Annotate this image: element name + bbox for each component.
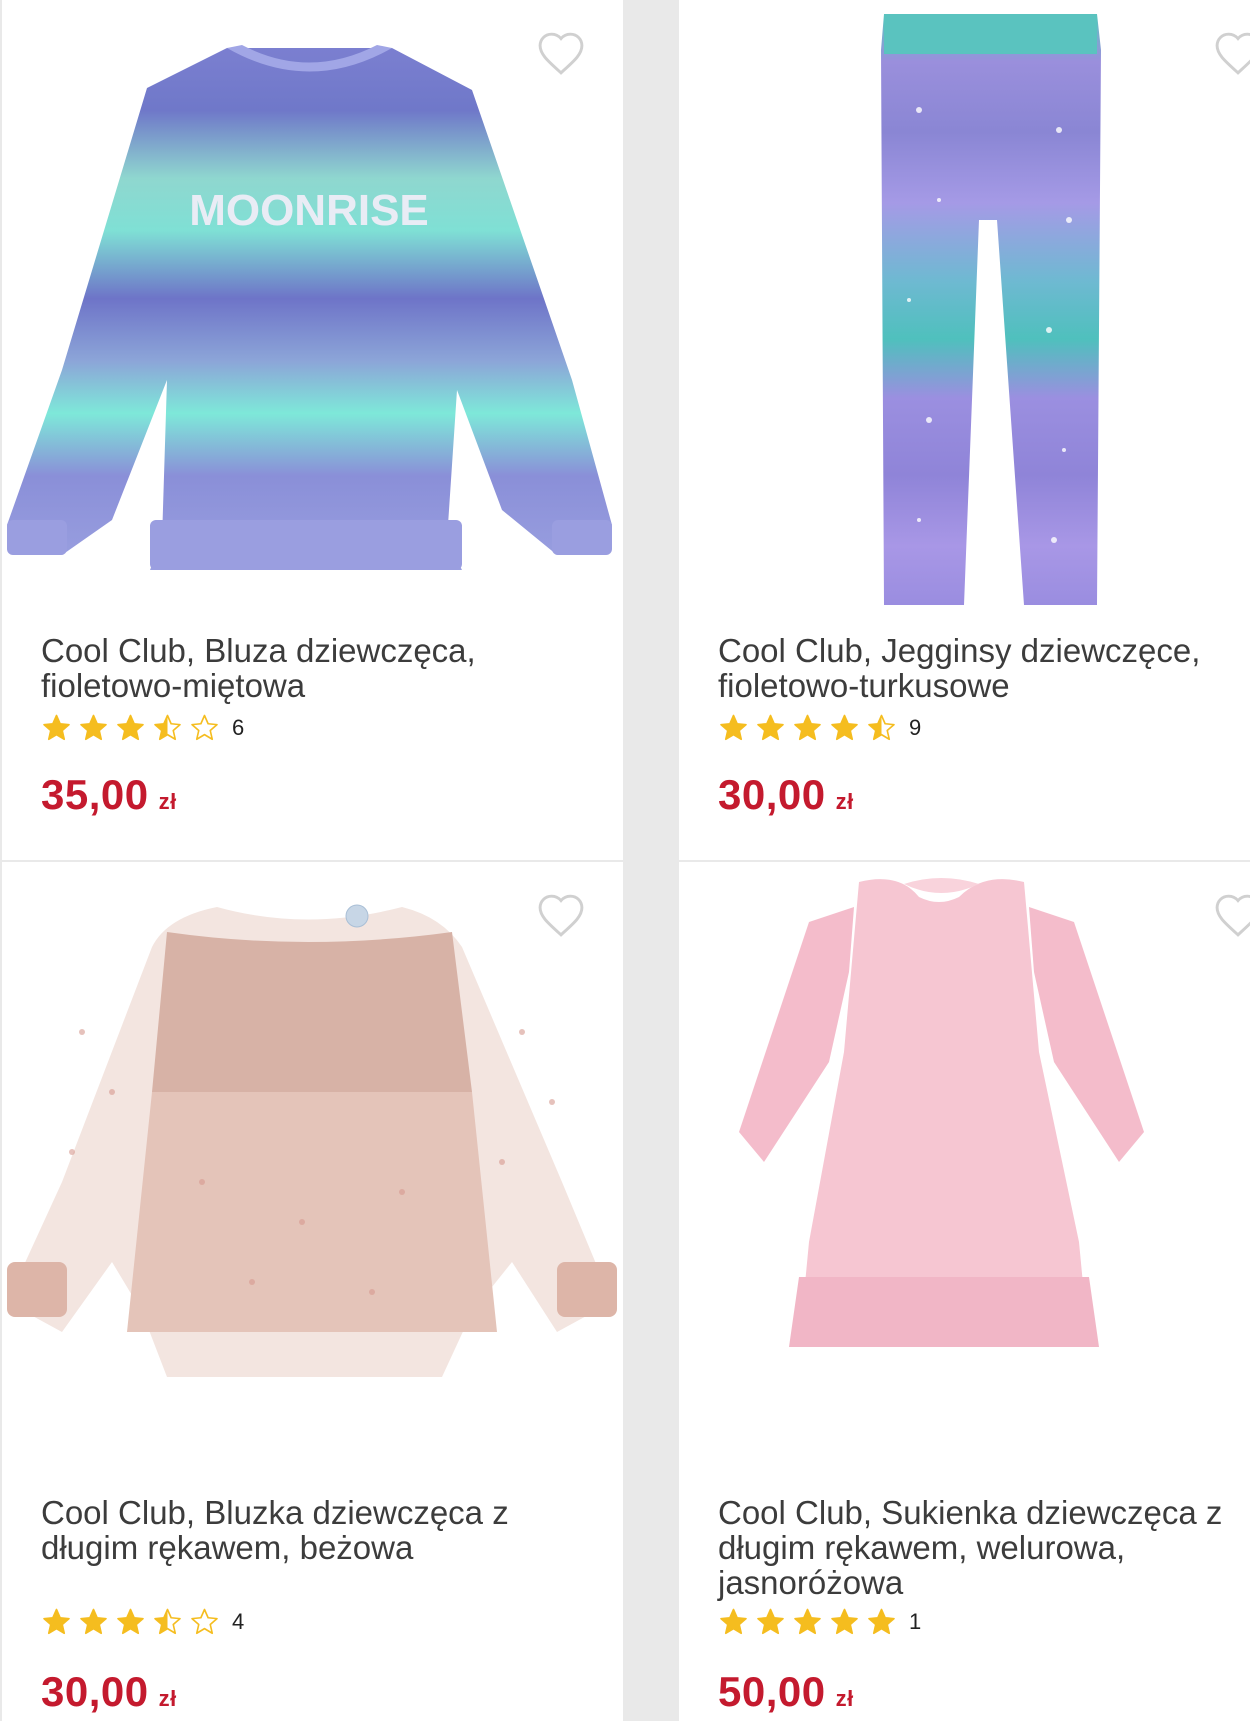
price-value: 50,00 [718,1668,826,1715]
product-image-leggings[interactable] [679,0,1250,605]
favorite-heart-icon[interactable] [1212,892,1250,938]
star-icon [191,1608,218,1635]
price-value: 30,00 [718,771,826,818]
star-icon [154,714,181,741]
star-icon [43,1608,70,1635]
star-icon [720,1608,747,1635]
product-card[interactable]: Cool Club, Sukienka dziewczęca z długim … [679,862,1250,1721]
favorite-heart-icon[interactable] [535,30,587,76]
product-rating: 1 [718,1607,921,1637]
star-icon [757,714,784,741]
price-value: 35,00 [41,771,149,818]
product-card[interactable]: MOONRISE Cool Club, Bluza dziewczęca, fi… [2,0,623,860]
star-icon [720,714,747,741]
product-title[interactable]: Cool Club, Bluza dziewczęca, fioletowo-m… [41,633,581,703]
star-icon [757,1608,784,1635]
star-icon [43,714,70,741]
product-price: 50,00 zł [718,1668,854,1716]
product-price: 30,00 zł [41,1668,177,1716]
price-currency: zł [835,789,854,814]
product-image-dress[interactable] [679,862,1250,1467]
star-icon [831,714,858,741]
product-title[interactable]: Cool Club, Jegginsy dziewczęce, fioletow… [718,633,1250,703]
product-rating: 6 [41,713,244,743]
favorite-heart-icon[interactable] [535,892,587,938]
product-image-blouse[interactable] [2,862,623,1467]
product-price: 30,00 zł [718,771,854,819]
product-card[interactable]: Cool Club, Bluzka dziewczęca z długim rę… [2,862,623,1721]
price-value: 30,00 [41,1668,149,1715]
star-icon [80,714,107,741]
star-icon [117,1608,144,1635]
star-icon [868,714,895,741]
review-count: 4 [232,1609,245,1634]
product-title[interactable]: Cool Club, Sukienka dziewczęca z długim … [718,1495,1250,1600]
favorite-heart-icon[interactable] [1212,30,1250,76]
price-currency: zł [158,1686,177,1711]
price-currency: zł [835,1686,854,1711]
product-rating: 9 [718,713,921,743]
star-icon [831,1608,858,1635]
star-icon [794,714,821,741]
review-count: 1 [909,1609,922,1634]
product-price: 35,00 zł [41,771,177,819]
star-icon [868,1608,895,1635]
star-icon [191,714,218,741]
star-icon [80,1608,107,1635]
print-text: MOONRISE [189,186,429,235]
star-icon [794,1608,821,1635]
product-image-sweatshirt[interactable]: MOONRISE [2,0,623,605]
price-currency: zł [158,789,177,814]
product-title[interactable]: Cool Club, Bluzka dziewczęca z długim rę… [41,1495,581,1565]
product-rating: 4 [41,1607,244,1637]
review-count: 6 [232,715,245,740]
review-count: 9 [909,715,922,740]
product-card[interactable]: Cool Club, Jegginsy dziewczęce, fioletow… [679,0,1250,860]
star-icon [154,1608,181,1635]
star-icon [117,714,144,741]
